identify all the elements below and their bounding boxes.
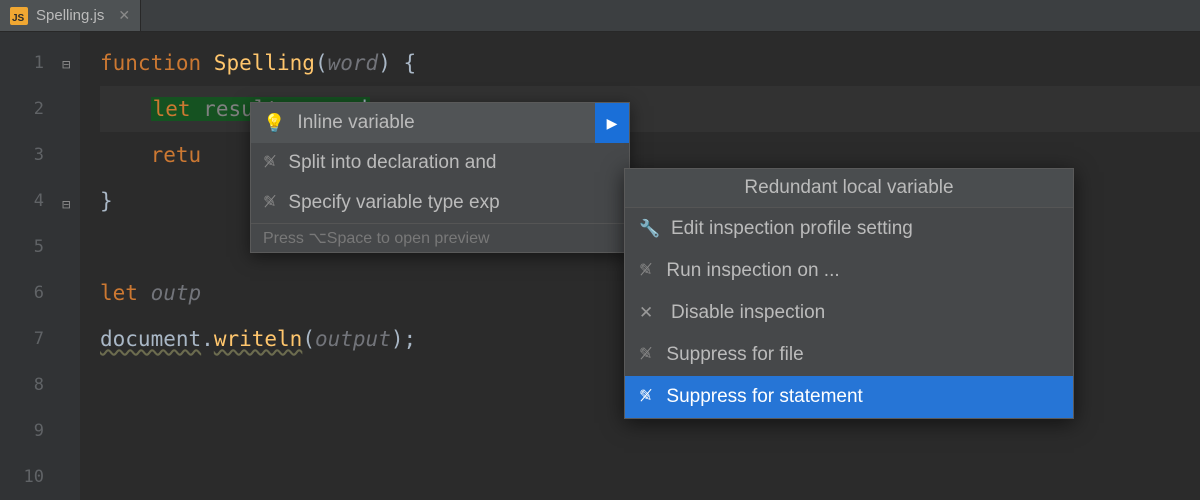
fold-gutter: ⊟ ⊟: [60, 32, 80, 500]
submenu-label: Disable inspection: [671, 299, 825, 327]
line-number[interactable]: 10: [0, 454, 44, 500]
pencil-icon: ✎̸: [263, 149, 276, 177]
code-line[interactable]: function Spelling(word) {: [100, 40, 1200, 86]
submenu-item-disable[interactable]: ✕ Disable inspection: [625, 292, 1073, 334]
fold-end-icon[interactable]: ⊟: [62, 182, 70, 228]
tab-bar: JS Spelling.js ✕: [0, 0, 1200, 32]
intention-hint: Press ⌥Space to open preview: [251, 223, 629, 252]
file-tab[interactable]: JS Spelling.js ✕: [0, 0, 141, 31]
fold-start-icon[interactable]: ⊟: [62, 42, 70, 88]
line-number[interactable]: 6: [0, 270, 44, 316]
pencil-icon: ✎̸: [639, 341, 652, 369]
x-icon: ✕: [639, 299, 657, 327]
intention-label: Split into declaration and: [288, 149, 496, 177]
line-number[interactable]: 9: [0, 408, 44, 454]
intention-label: Specify variable type exp: [288, 189, 499, 217]
wrench-icon: 🔧: [639, 215, 657, 243]
submenu-label: Run inspection on ...: [666, 257, 839, 285]
pencil-icon: ✎̸: [639, 257, 652, 285]
line-number[interactable]: 4: [0, 178, 44, 224]
intention-item-inline-variable[interactable]: 💡 Inline variable ▶: [251, 103, 629, 143]
inspection-submenu: Redundant local variable 🔧 Edit inspecti…: [624, 168, 1074, 419]
intention-item-specify-type[interactable]: ✎̸ Specify variable type exp: [251, 183, 629, 223]
javascript-file-icon: JS: [10, 7, 28, 25]
tab-filename: Spelling.js: [36, 7, 104, 24]
submenu-label: Suppress for file: [666, 341, 803, 369]
submenu-item-suppress-file[interactable]: ✎̸ Suppress for file: [625, 334, 1073, 376]
line-number[interactable]: 8: [0, 362, 44, 408]
line-number[interactable]: 5: [0, 224, 44, 270]
intention-label: Inline variable: [297, 109, 414, 137]
pencil-icon: ✎̸: [639, 383, 652, 411]
line-number[interactable]: 3: [0, 132, 44, 178]
intention-item-split[interactable]: ✎̸ Split into declaration and: [251, 143, 629, 183]
submenu-title: Redundant local variable: [625, 169, 1073, 208]
submenu-label: Suppress for statement: [666, 383, 862, 411]
line-number[interactable]: 7: [0, 316, 44, 362]
submenu-item-suppress-statement[interactable]: ✎̸ Suppress for statement: [625, 376, 1073, 418]
submenu-arrow-icon[interactable]: ▶: [595, 103, 629, 143]
submenu-label: Edit inspection profile setting: [671, 215, 913, 243]
intention-actions-popup: 💡 Inline variable ▶ ✎̸ Split into declar…: [250, 102, 630, 253]
close-icon[interactable]: ✕: [118, 7, 130, 24]
submenu-item-edit-profile[interactable]: 🔧 Edit inspection profile setting: [625, 208, 1073, 250]
line-number[interactable]: 1: [0, 40, 44, 86]
lightbulb-icon: 💡: [263, 109, 285, 137]
line-number-gutter: 1 2 3 4 5 6 7 8 9 10: [0, 32, 60, 500]
line-number[interactable]: 2: [0, 86, 44, 132]
submenu-item-run-inspection[interactable]: ✎̸ Run inspection on ...: [625, 250, 1073, 292]
pencil-icon: ✎̸: [263, 189, 276, 217]
